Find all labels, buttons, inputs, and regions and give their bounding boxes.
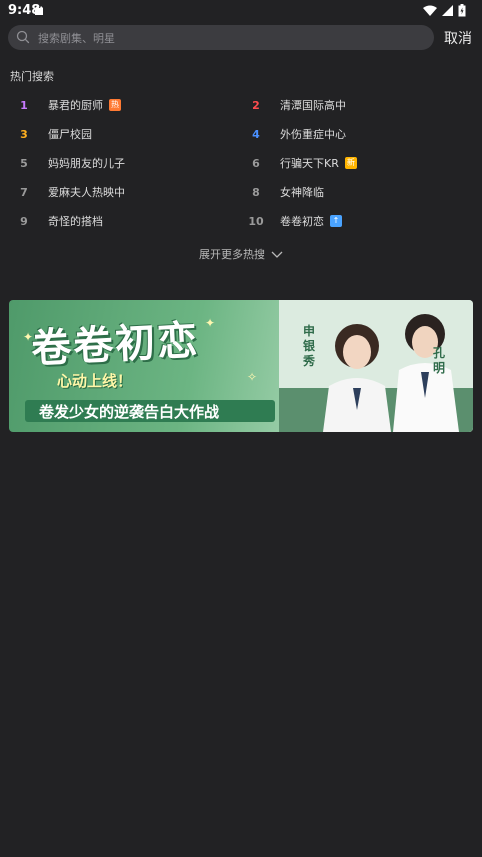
search-icon (16, 30, 30, 44)
rising-badge-icon: ↑ (330, 215, 342, 227)
hot-search-item[interactable]: 7 爱麻夫人热映中 (16, 180, 236, 204)
signal-icon (442, 5, 453, 16)
hot-search-title: 爱麻夫人热映中 (48, 186, 125, 199)
search-bar: 取消 (0, 22, 482, 58)
hot-search-item[interactable]: 8 女神降临 (248, 180, 468, 204)
hot-search-item[interactable]: 1 暴君的厨师热 (16, 93, 236, 117)
hot-search-item[interactable]: 3 僵尸校园 (16, 122, 236, 146)
hot-search-rank: 4 (252, 127, 260, 141)
hot-search-title: 女神降临 (280, 186, 324, 199)
promo-banner[interactable]: ✦ ✦ ✧ 卷卷初恋 心动上线！ 卷发少女的逆袭告白大作战 申银秀 孔明 (9, 300, 473, 432)
search-box[interactable] (8, 25, 434, 52)
hot-search-item[interactable]: 10 卷卷初恋 ↑ (248, 209, 468, 233)
hot-search-item[interactable]: 5 妈妈朋友的儿子 (16, 151, 236, 175)
banner-title: 卷卷初恋 (30, 316, 201, 373)
hot-search-rank: 2 (252, 98, 260, 112)
battery-icon (458, 4, 466, 17)
hot-search-rank: 5 (20, 156, 28, 170)
actor-name-2: 孔明 (433, 346, 446, 375)
new-badge-icon: 新 (344, 157, 357, 169)
app-notification-icon (35, 6, 43, 15)
hot-search-rank: 7 (20, 185, 28, 199)
hot-search-rank: 9 (20, 214, 28, 228)
hot-search-title: 外伤重症中心 (280, 128, 346, 141)
hot-search-rank: 6 (252, 156, 260, 170)
hot-search-title: 妈妈朋友的儿子 (48, 157, 125, 170)
wifi-icon (423, 5, 437, 16)
hot-search-item[interactable]: 6 行骗天下KR 新 (248, 151, 468, 175)
hot-search-rank: 3 (20, 127, 28, 141)
sparkle-icon: ✧ (247, 370, 258, 384)
hot-search-title: 奇怪的搭档 (48, 215, 103, 228)
hot-search-item[interactable]: 9 奇怪的搭档 (16, 209, 236, 233)
hot-badge-icon: 热 (109, 99, 121, 111)
hot-search-rank: 10 (248, 214, 264, 228)
search-input[interactable] (36, 25, 420, 52)
hot-search-rank: 8 (252, 185, 260, 199)
status-bar: 9:48 (0, 0, 482, 22)
hot-search-title: 行骗天下KR (280, 157, 339, 170)
hot-search-item[interactable]: 2 清潭国际高中 (248, 93, 468, 117)
hot-search-title: 暴君的厨师 (48, 99, 103, 112)
cancel-button[interactable]: 取消 (444, 28, 472, 48)
hot-search-title: 清潭国际高中 (280, 99, 346, 112)
chevron-down-icon (271, 251, 283, 258)
banner-subtitle: 心动上线！ (57, 372, 133, 390)
system-icons (423, 4, 466, 17)
hot-search-title: 僵尸校园 (48, 128, 92, 141)
hot-search-heading: 热门搜索 (10, 70, 54, 83)
hot-search-item[interactable]: 4 外伤重症中心 (248, 122, 468, 146)
sparkle-icon: ✦ (205, 316, 216, 330)
expand-more-label: 展开更多热搜 (199, 248, 265, 261)
banner-slogan: 卷发少女的逆袭告白大作战 (39, 403, 220, 421)
expand-more-button[interactable]: 展开更多热搜 (0, 246, 482, 262)
actor-name-1: 申银秀 (303, 324, 316, 368)
hot-search-title: 卷卷初恋 (280, 215, 324, 228)
hot-search-rank: 1 (20, 98, 28, 112)
